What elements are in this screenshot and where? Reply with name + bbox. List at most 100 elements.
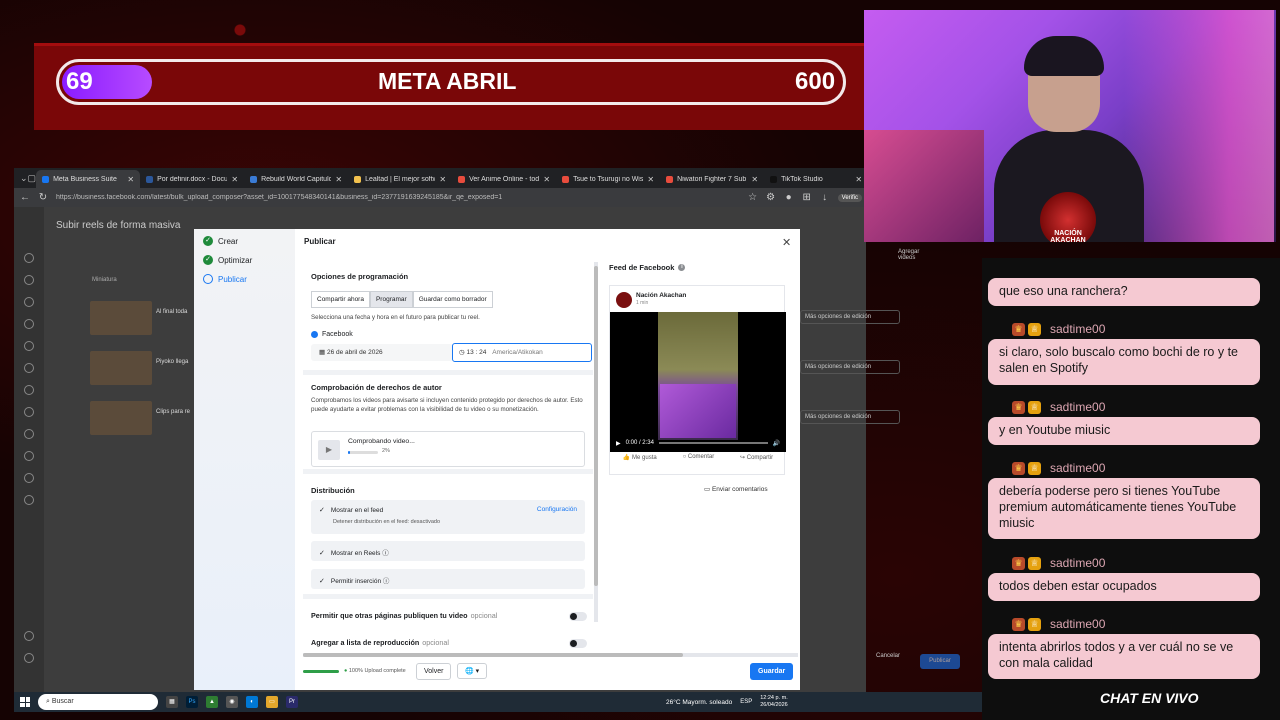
taskbar-search[interactable]: ⌕ Buscar (38, 694, 158, 710)
browser-tab[interactable]: Lealtad | El mejor software✕ (348, 170, 452, 188)
audience-selector[interactable]: 🌐 ▾ (457, 663, 488, 679)
tab-menu-icon[interactable]: ⌄ (20, 171, 28, 185)
step-publish[interactable]: Publicar (203, 274, 247, 284)
browser-tab[interactable]: Rebuild World Capitulo 48✕ (244, 170, 348, 188)
browser-tab[interactable]: Niwatori Fighter 7 Sub Espa ✕ (660, 170, 764, 188)
content-icon[interactable] (24, 319, 34, 329)
like-button[interactable]: 👍 Me gusta (623, 454, 657, 461)
settings-icon[interactable] (24, 653, 34, 663)
file-explorer-icon[interactable]: ▭ (266, 696, 278, 708)
schedule-option[interactable]: Programar (369, 291, 413, 308)
horizontal-scrollbar[interactable] (303, 653, 798, 657)
tools-icon[interactable] (24, 451, 34, 461)
browser-tab[interactable]: Tsue to Tsurugi no Wistoria✕ (556, 170, 660, 188)
add-to-playlist-toggle[interactable] (569, 639, 587, 648)
notifications-icon[interactable] (24, 297, 34, 307)
photoshop-icon[interactable]: Ps (186, 696, 198, 708)
chat-message-text: debería poderse pero si tienes YouTube p… (999, 484, 1237, 530)
allow-embed-item[interactable]: ✓ Permitir inserción ⓘ (311, 569, 585, 589)
windows-start-icon[interactable] (20, 697, 30, 707)
search-icon[interactable] (24, 631, 34, 641)
tab-close-icon[interactable]: ✕ (647, 175, 654, 184)
browser-tab[interactable]: TikTok Studio ✕ (764, 170, 868, 188)
tab-close-icon[interactable]: ✕ (335, 175, 342, 184)
profile-button[interactable]: Verific (837, 193, 862, 202)
tab-close-icon[interactable]: ✕ (543, 175, 550, 184)
crown-badge-icon: ♛ (1012, 617, 1025, 631)
tab-close-icon[interactable]: ✕ (439, 175, 446, 184)
info-icon[interactable]: i (678, 264, 686, 271)
edge-icon[interactable]: ◐ (246, 696, 258, 708)
tab-close-icon[interactable]: ✕ (127, 175, 134, 184)
url-field[interactable]: https://business.facebook.com/latest/bul… (56, 194, 740, 201)
browser-tab[interactable]: Ver Anime Online - todos lo✕ (452, 170, 556, 188)
close-icon[interactable]: ✕ (782, 236, 791, 249)
video-player[interactable]: ▶ 0:00 / 2:34 🔊 (610, 312, 786, 452)
tab-close-icon[interactable]: ✕ (751, 175, 758, 184)
allow-other-pages-toggle[interactable] (569, 612, 587, 621)
extensions-icon[interactable]: ⚙ (766, 192, 776, 203)
share-button[interactable]: ↪ Compartir (740, 454, 773, 461)
info-icon[interactable]: ⓘ (382, 550, 389, 557)
volume-icon[interactable]: 🔊 (773, 440, 780, 447)
scrollbar-thumb[interactable] (303, 653, 683, 657)
cancel-button[interactable]: Cancelar (876, 653, 900, 659)
info-icon[interactable]: ⓘ (383, 578, 390, 585)
home-icon[interactable] (24, 275, 34, 285)
video-seek-bar[interactable] (658, 442, 768, 444)
show-in-reels-item[interactable]: ✓ Mostrar en Reels ⓘ (311, 541, 585, 561)
ads-icon[interactable] (24, 385, 34, 395)
tab-groups-icon[interactable]: ▢ (28, 171, 37, 185)
configuration-link[interactable]: Configuración (537, 506, 577, 513)
more-edit-options-3[interactable]: Más opciones de edición (800, 410, 900, 424)
publish-button[interactable]: Publicar (920, 654, 960, 669)
obs-icon[interactable]: ◉ (226, 696, 238, 708)
time-field[interactable]: ◷ 13 : 24 America/Atikokan (452, 343, 592, 362)
planner-icon[interactable] (24, 363, 34, 373)
premiere-icon[interactable]: Pr (286, 696, 298, 708)
downloads-icon[interactable]: ↓ (820, 192, 830, 203)
app-icon[interactable]: ▲ (206, 696, 218, 708)
share-now-option[interactable]: Compartir ahora (311, 291, 370, 308)
menu-icon[interactable] (24, 495, 34, 505)
insights-icon[interactable] (24, 407, 34, 417)
step-create[interactable]: ✓ Crear (203, 236, 238, 246)
all-tools-icon[interactable] (24, 473, 34, 483)
tab-label: Tsue to Tsurugi no Wistoria (573, 175, 644, 183)
show-in-feed-item[interactable]: ✓ Mostrar en el feed Configuración Detene… (311, 500, 585, 534)
task-view-icon[interactable]: ▦ (166, 696, 178, 708)
date-field[interactable]: ▦ 26 de abril de 2026 (311, 344, 453, 361)
more-edit-options-1[interactable]: Más opciones de edición (800, 310, 900, 324)
reload-icon[interactable]: ↻ (38, 192, 48, 203)
browser-tab[interactable]: Por definir.docx - Documen✕ (140, 170, 244, 188)
star-icon[interactable]: ☆ (748, 192, 758, 203)
add-videos-button[interactable]: Agregar videos (898, 249, 919, 261)
send-feedback-link[interactable]: ▭ Enviar comentarios (704, 485, 768, 493)
back-icon[interactable]: ← (20, 192, 30, 203)
tab-close-icon[interactable]: ✕ (855, 175, 862, 184)
browser-tab[interactable]: Meta Business Suite ✕ (36, 170, 141, 188)
back-button[interactable]: Volver (416, 663, 452, 680)
more-edit-options-2[interactable]: Más opciones de edición (800, 360, 900, 374)
tab-close-icon[interactable]: ✕ (231, 175, 238, 184)
inbox-icon[interactable] (24, 341, 34, 351)
save-draft-option[interactable]: Guardar como borrador (412, 291, 493, 308)
step-optimize[interactable]: ✓ Optimizar (203, 255, 252, 265)
comment-button[interactable]: ○ Comentar (683, 454, 715, 461)
weather-widget[interactable]: 26°C Mayorm. soleado (666, 699, 732, 706)
tab-favicon-icon (146, 175, 154, 183)
scrollbar-thumb[interactable] (594, 266, 598, 586)
video-thumbnail-2 (90, 351, 152, 385)
language-indicator[interactable]: ESP (740, 699, 752, 705)
clock[interactable]: 12:24 p. m. 26/04/2026 (760, 695, 788, 709)
post-time: 1 min (636, 300, 649, 306)
monetization-icon[interactable] (24, 429, 34, 439)
play-icon[interactable]: ▶ (616, 440, 621, 447)
extra-options-card: Permitir que otras páginas publiquen tu … (303, 599, 593, 652)
puzzle-icon[interactable]: ⊞ (802, 192, 812, 203)
ublock-icon[interactable]: ● (784, 192, 794, 203)
vertical-scrollbar[interactable] (594, 262, 598, 622)
save-button[interactable]: Guardar (750, 663, 794, 680)
tab-favicon-icon (250, 175, 258, 183)
meta-logo-icon[interactable] (24, 253, 34, 263)
